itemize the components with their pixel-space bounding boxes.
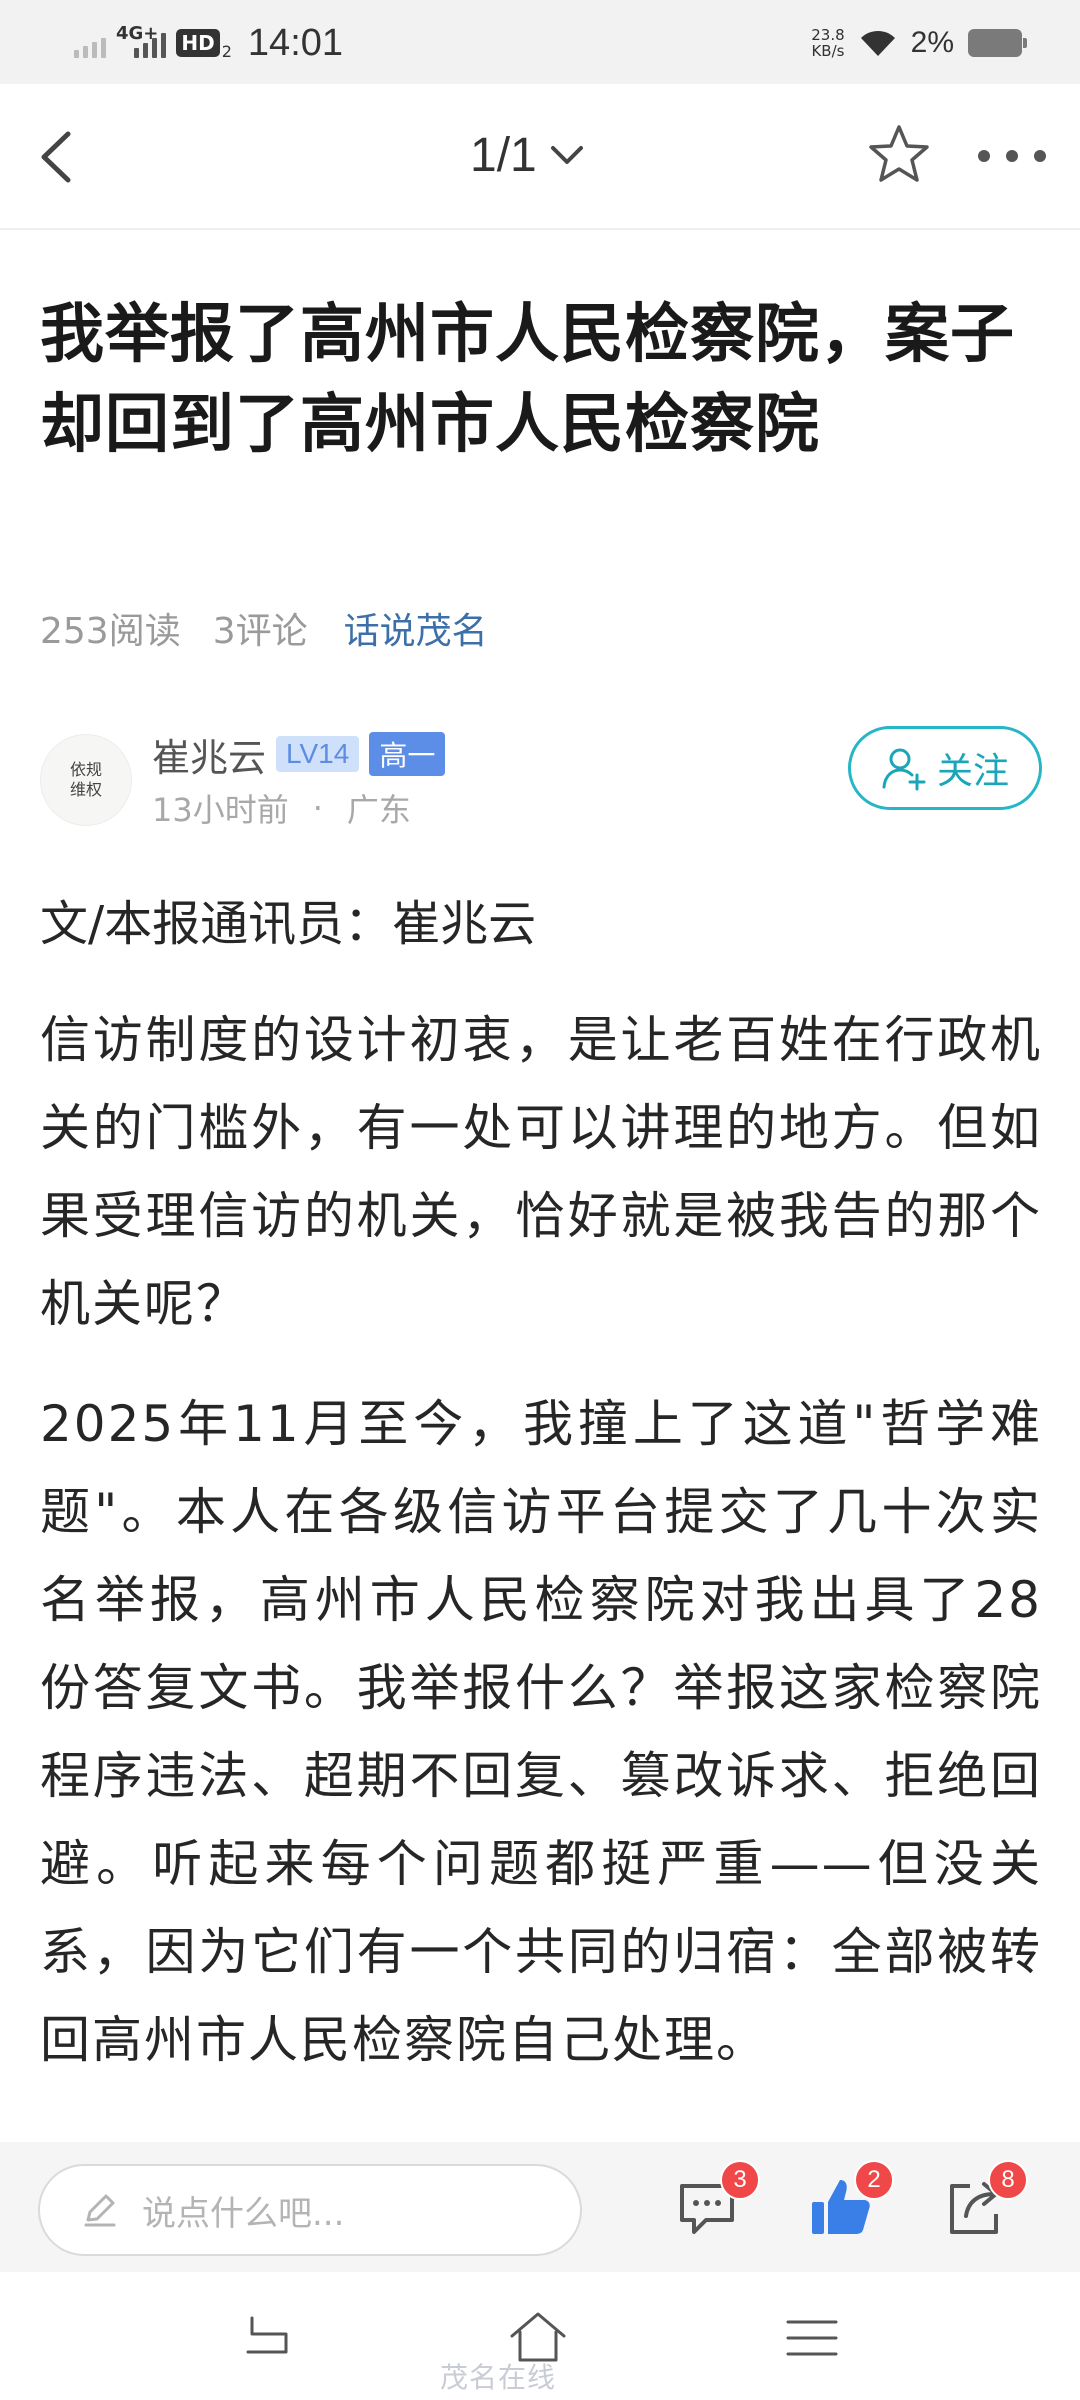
page-indicator[interactable]: 1/1 xyxy=(470,120,587,190)
topic-link[interactable]: 话说茂名 xyxy=(344,602,488,654)
signal-icon-1 xyxy=(74,28,106,58)
network-type: 4G+ xyxy=(116,22,159,44)
status-left: 4G+ HD 2 14:01 xyxy=(74,18,343,68)
author-name[interactable]: 崔兆云 xyxy=(152,727,266,782)
read-count: 253阅读 xyxy=(40,611,181,652)
hd-badge: HD xyxy=(176,29,220,57)
chevron-down-icon xyxy=(550,146,583,164)
comment-button[interactable]: 3 xyxy=(672,2160,760,2242)
separator-dot: · xyxy=(312,789,323,827)
author-name-row: 崔兆云 LV14 高一 xyxy=(152,727,446,782)
author-sub: 13小时前 · 广东 xyxy=(152,788,411,829)
pencil-icon xyxy=(84,2194,116,2227)
comment-count-text: 3评论 xyxy=(212,611,308,652)
star-icon[interactable] xyxy=(866,122,932,188)
avatar-text: 依规维权 xyxy=(69,760,102,799)
follow-label: 关注 xyxy=(936,751,1009,792)
post-location: 广东 xyxy=(346,791,411,829)
add-user-icon xyxy=(882,748,926,791)
back-nav-icon[interactable] xyxy=(238,2308,298,2368)
battery-icon xyxy=(968,29,1027,57)
avatar[interactable]: 依规维权 xyxy=(40,734,132,826)
speed-value: 23.8 xyxy=(811,26,845,44)
article-meta: 253阅读 3评论 话说茂名 xyxy=(40,600,488,656)
wifi-icon xyxy=(860,30,895,56)
paragraph-1: 信访制度的设计初衷，是让老百姓在行政机关的门槛外，有一处可以讲理的地方。但如果受… xyxy=(40,1011,1042,1333)
top-nav: 1/1 xyxy=(0,84,1080,230)
post-time: 13小时前 xyxy=(152,791,289,829)
grade-badge: 高一 xyxy=(369,732,446,776)
article-title: 我举报了高州市人民检察院，案子却回到了高州市人民检察院 xyxy=(40,298,1015,462)
speed-unit: KB/s xyxy=(811,42,845,60)
network-speed: 23.8 KB/s xyxy=(811,27,844,59)
back-arrow-icon[interactable] xyxy=(28,122,88,192)
comment-count-badge: 3 xyxy=(720,2160,760,2200)
paragraph-2: 2025年11月至今，我撞上了这道"哲学难题"。本人在各级信访平台提交了几十次实… xyxy=(40,1395,1042,2069)
like-count-badge: 2 xyxy=(854,2160,894,2200)
more-icon[interactable] xyxy=(974,136,1050,176)
comment-bar: 说点什么吧... 3 2 8 xyxy=(0,2142,1080,2272)
watermark: 茂名在线 xyxy=(440,2361,557,2394)
hd-sub: 2 xyxy=(221,41,232,61)
clock: 14:01 xyxy=(247,21,344,64)
like-button[interactable]: 2 xyxy=(806,2160,894,2242)
share-count-badge: 8 xyxy=(988,2160,1028,2200)
page-indicator-label: 1/1 xyxy=(470,128,537,182)
byline: 文/本报通讯员：崔兆云 xyxy=(40,896,537,952)
comment-input[interactable]: 说点什么吧... xyxy=(38,2164,582,2256)
level-badge: LV14 xyxy=(276,736,360,772)
follow-button[interactable]: 关注 xyxy=(848,726,1042,810)
status-right: 23.8 KB/s 2% xyxy=(811,20,1027,66)
battery-percent: 2% xyxy=(910,26,954,59)
status-bar: 4G+ HD 2 14:01 23.8 KB/s 2% xyxy=(0,0,1080,84)
menu-nav-icon[interactable] xyxy=(782,2308,842,2368)
comment-placeholder: 说点什么吧... xyxy=(142,2193,345,2234)
share-button[interactable]: 8 xyxy=(940,2160,1028,2242)
